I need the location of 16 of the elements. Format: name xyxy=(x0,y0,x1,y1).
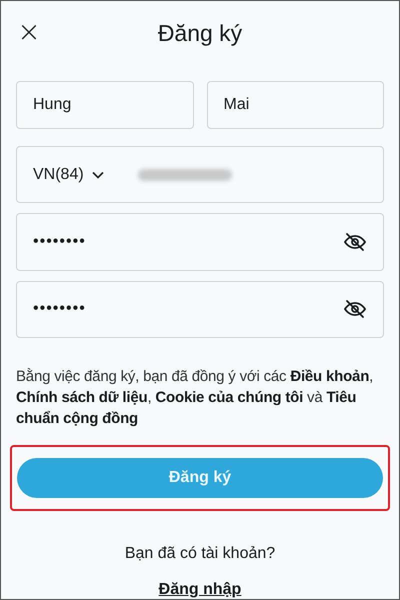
password-input[interactable]: •••••••• xyxy=(33,300,343,318)
country-code-dropdown[interactable]: VN(84) xyxy=(33,166,104,184)
login-prompt: Bạn đã có tài khoản? xyxy=(124,544,276,563)
close-button[interactable]: × xyxy=(16,17,42,47)
password-input[interactable]: •••••••• xyxy=(33,232,343,251)
phone-field[interactable]: VN(84) xyxy=(16,146,384,204)
chevron-down-icon xyxy=(92,170,104,179)
name-field[interactable]: Hung xyxy=(16,81,194,129)
name-input[interactable]: Mai xyxy=(224,96,367,114)
login-link[interactable]: Đăng nhập xyxy=(158,580,242,599)
terms-text: Bằng việc đăng ký, bạn đã đồng ý với các Điều khoản, Chính sách dữ liệu, Cookie của chúng tôi và Tiêu chuẩn cộng đồng xyxy=(16,366,374,429)
name-input[interactable]: Hung xyxy=(33,96,176,114)
page-title: Đăng ký xyxy=(158,20,242,46)
password-field[interactable]: •••••••• xyxy=(16,280,384,338)
name-field[interactable]: Mai xyxy=(206,81,384,129)
password-field[interactable]: •••••••• xyxy=(16,213,384,271)
